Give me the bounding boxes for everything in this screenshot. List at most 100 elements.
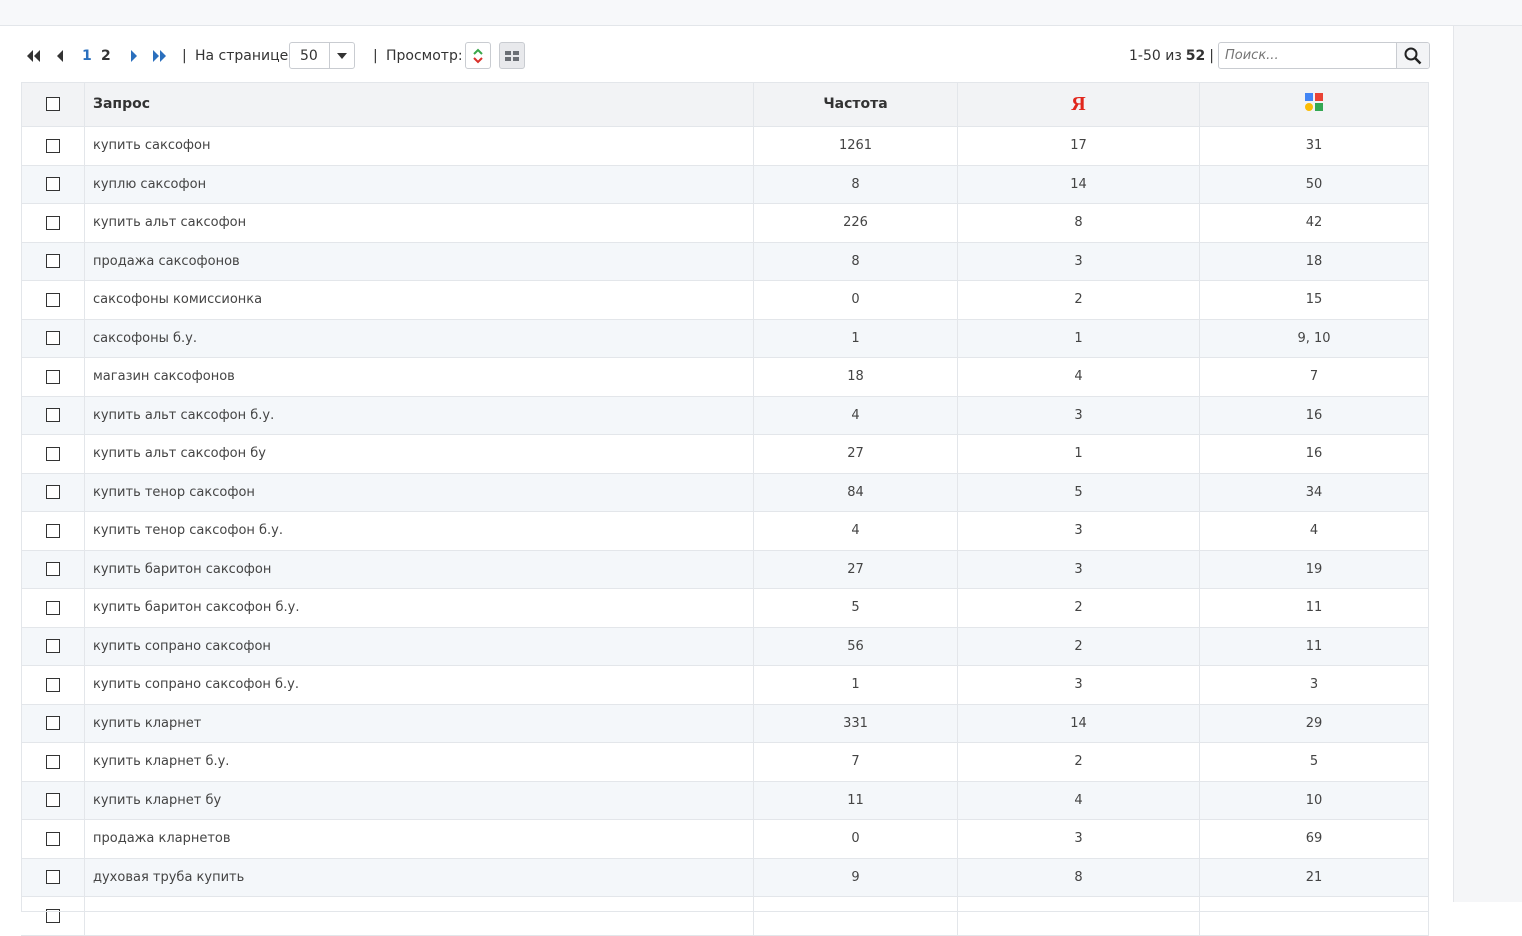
row-checkbox[interactable] [45,254,60,269]
yandex-position-cell: 4 [957,781,1200,820]
view-sort-button[interactable] [465,42,491,69]
row-checkbox[interactable] [45,523,60,538]
column-header-google[interactable] [1199,82,1429,127]
table-row[interactable]: продажа саксофонов 8 3 18 [21,242,1429,281]
table-row[interactable]: купить тенор саксофон б.у. 4 3 4 [21,511,1429,551]
yandex-position-cell: 3 [957,396,1200,435]
row-checkbox-cell [21,473,85,512]
view-grid-button[interactable] [499,42,525,69]
yandex-position-cell: 14 [957,165,1200,204]
row-checkbox[interactable] [45,369,60,384]
table-row[interactable]: купить альт саксофон 226 8 42 [21,203,1429,243]
select-all-checkbox[interactable] [45,97,60,111]
search-input[interactable] [1219,43,1396,68]
row-checkbox[interactable] [45,177,60,192]
query-cell: духовая труба купить [84,858,754,897]
row-checkbox[interactable] [45,831,60,846]
row-checkbox[interactable] [45,870,60,885]
table-row[interactable]: духовая труба купить 9 8 21 [21,858,1429,897]
last-page-button[interactable] [152,41,168,71]
column-header-yandex[interactable]: Я [957,82,1200,127]
search-button[interactable] [1396,43,1429,68]
row-checkbox-cell [21,704,85,743]
results-range: 1-50 из [1129,48,1182,64]
table-row[interactable]: купить кларнет б.у. 7 2 5 [21,742,1429,782]
google-position-cell: 16 [1199,434,1429,474]
table-row[interactable]: саксофоны б.у. 1 1 9, 10 [21,319,1429,358]
query-cell: магазин саксофонов [84,357,754,397]
table-row[interactable]: купить альт саксофон б.у. 4 3 16 [21,396,1429,435]
frequency-cell: 5 [753,588,958,628]
table-header-row: Запрос Частота Я [21,82,1429,127]
yandex-position-cell: 8 [957,203,1200,243]
query-cell: саксофоны комиссионка [84,280,754,320]
table-row[interactable]: купить сопрано саксофон б.у. 1 3 3 [21,665,1429,705]
row-checkbox[interactable] [45,485,60,500]
table-row[interactable]: купить кларнет бу 11 4 10 [21,781,1429,820]
row-checkbox[interactable] [45,600,60,615]
query-cell: купить тенор саксофон [84,473,754,512]
yandex-position-cell: 3 [957,511,1200,551]
row-checkbox[interactable] [45,562,60,577]
view-label: Просмотр: [386,48,463,64]
row-checkbox[interactable] [45,215,60,230]
table-row[interactable]: купить альт саксофон бу 27 1 16 [21,434,1429,474]
query-cell: купить кларнет [84,704,754,743]
frequency-cell: 8 [753,242,958,281]
table-row[interactable]: купить саксофон 1261 17 31 [21,126,1429,166]
row-checkbox[interactable] [45,716,60,731]
row-checkbox[interactable] [45,793,60,808]
select-all-cell [21,82,85,127]
per-page-select[interactable]: 50 [289,42,355,69]
first-page-button[interactable] [26,41,42,71]
row-checkbox-cell [21,781,85,820]
row-checkbox[interactable] [45,331,60,346]
yandex-position-cell: 2 [957,588,1200,628]
table-row[interactable]: саксофоны комиссионка 0 2 15 [21,280,1429,320]
frequency-cell: 4 [753,511,958,551]
prev-page-button[interactable] [56,41,64,71]
page-link-1[interactable]: 1 [82,41,92,71]
frequency-cell: 0 [753,819,958,859]
row-checkbox[interactable] [45,408,60,423]
yandex-position-cell: 2 [957,627,1200,666]
table-row[interactable]: купить баритон саксофон 27 3 19 [21,550,1429,589]
table-row[interactable]: купить тенор саксофон 84 5 34 [21,473,1429,512]
row-checkbox-cell [21,858,85,897]
row-checkbox[interactable] [45,138,60,153]
column-header-frequency[interactable]: Частота [753,82,958,127]
row-checkbox-cell [21,165,85,204]
table-row[interactable]: магазин саксофонов 18 4 7 [21,357,1429,397]
table-row[interactable] [21,896,1429,936]
table-row[interactable]: куплю саксофон 8 14 50 [21,165,1429,204]
row-checkbox-cell [21,242,85,281]
yandex-position-cell [957,896,1200,936]
table-row[interactable]: продажа кларнетов 0 3 69 [21,819,1429,859]
row-checkbox[interactable] [45,446,60,461]
page-link-2[interactable]: 2 [101,41,111,71]
column-header-query[interactable]: Запрос [84,82,754,127]
row-checkbox[interactable] [45,677,60,692]
table-row[interactable]: купить баритон саксофон б.у. 5 2 11 [21,588,1429,628]
row-checkbox[interactable] [45,754,60,769]
table-row[interactable]: купить сопрано саксофон 56 2 11 [21,627,1429,666]
yandex-position-cell: 3 [957,665,1200,705]
query-cell: продажа кларнетов [84,819,754,859]
table-row[interactable]: купить кларнет 331 14 29 [21,704,1429,743]
row-checkbox[interactable] [45,292,60,307]
per-page-value: 50 [300,47,318,64]
query-cell: купить баритон саксофон б.у. [84,588,754,628]
row-checkbox[interactable] [45,908,60,923]
frequency-cell: 7 [753,742,958,782]
separator: | [182,48,187,64]
frequency-cell: 1261 [753,126,958,166]
yandex-position-cell: 14 [957,704,1200,743]
google-position-cell: 7 [1199,357,1429,397]
query-cell: купить сопрано саксофон [84,627,754,666]
frequency-cell: 331 [753,704,958,743]
frequency-cell [753,896,958,936]
next-page-button[interactable] [130,41,138,71]
frequency-cell: 9 [753,858,958,897]
row-checkbox[interactable] [45,639,60,654]
chevron-left-icon [57,50,63,62]
